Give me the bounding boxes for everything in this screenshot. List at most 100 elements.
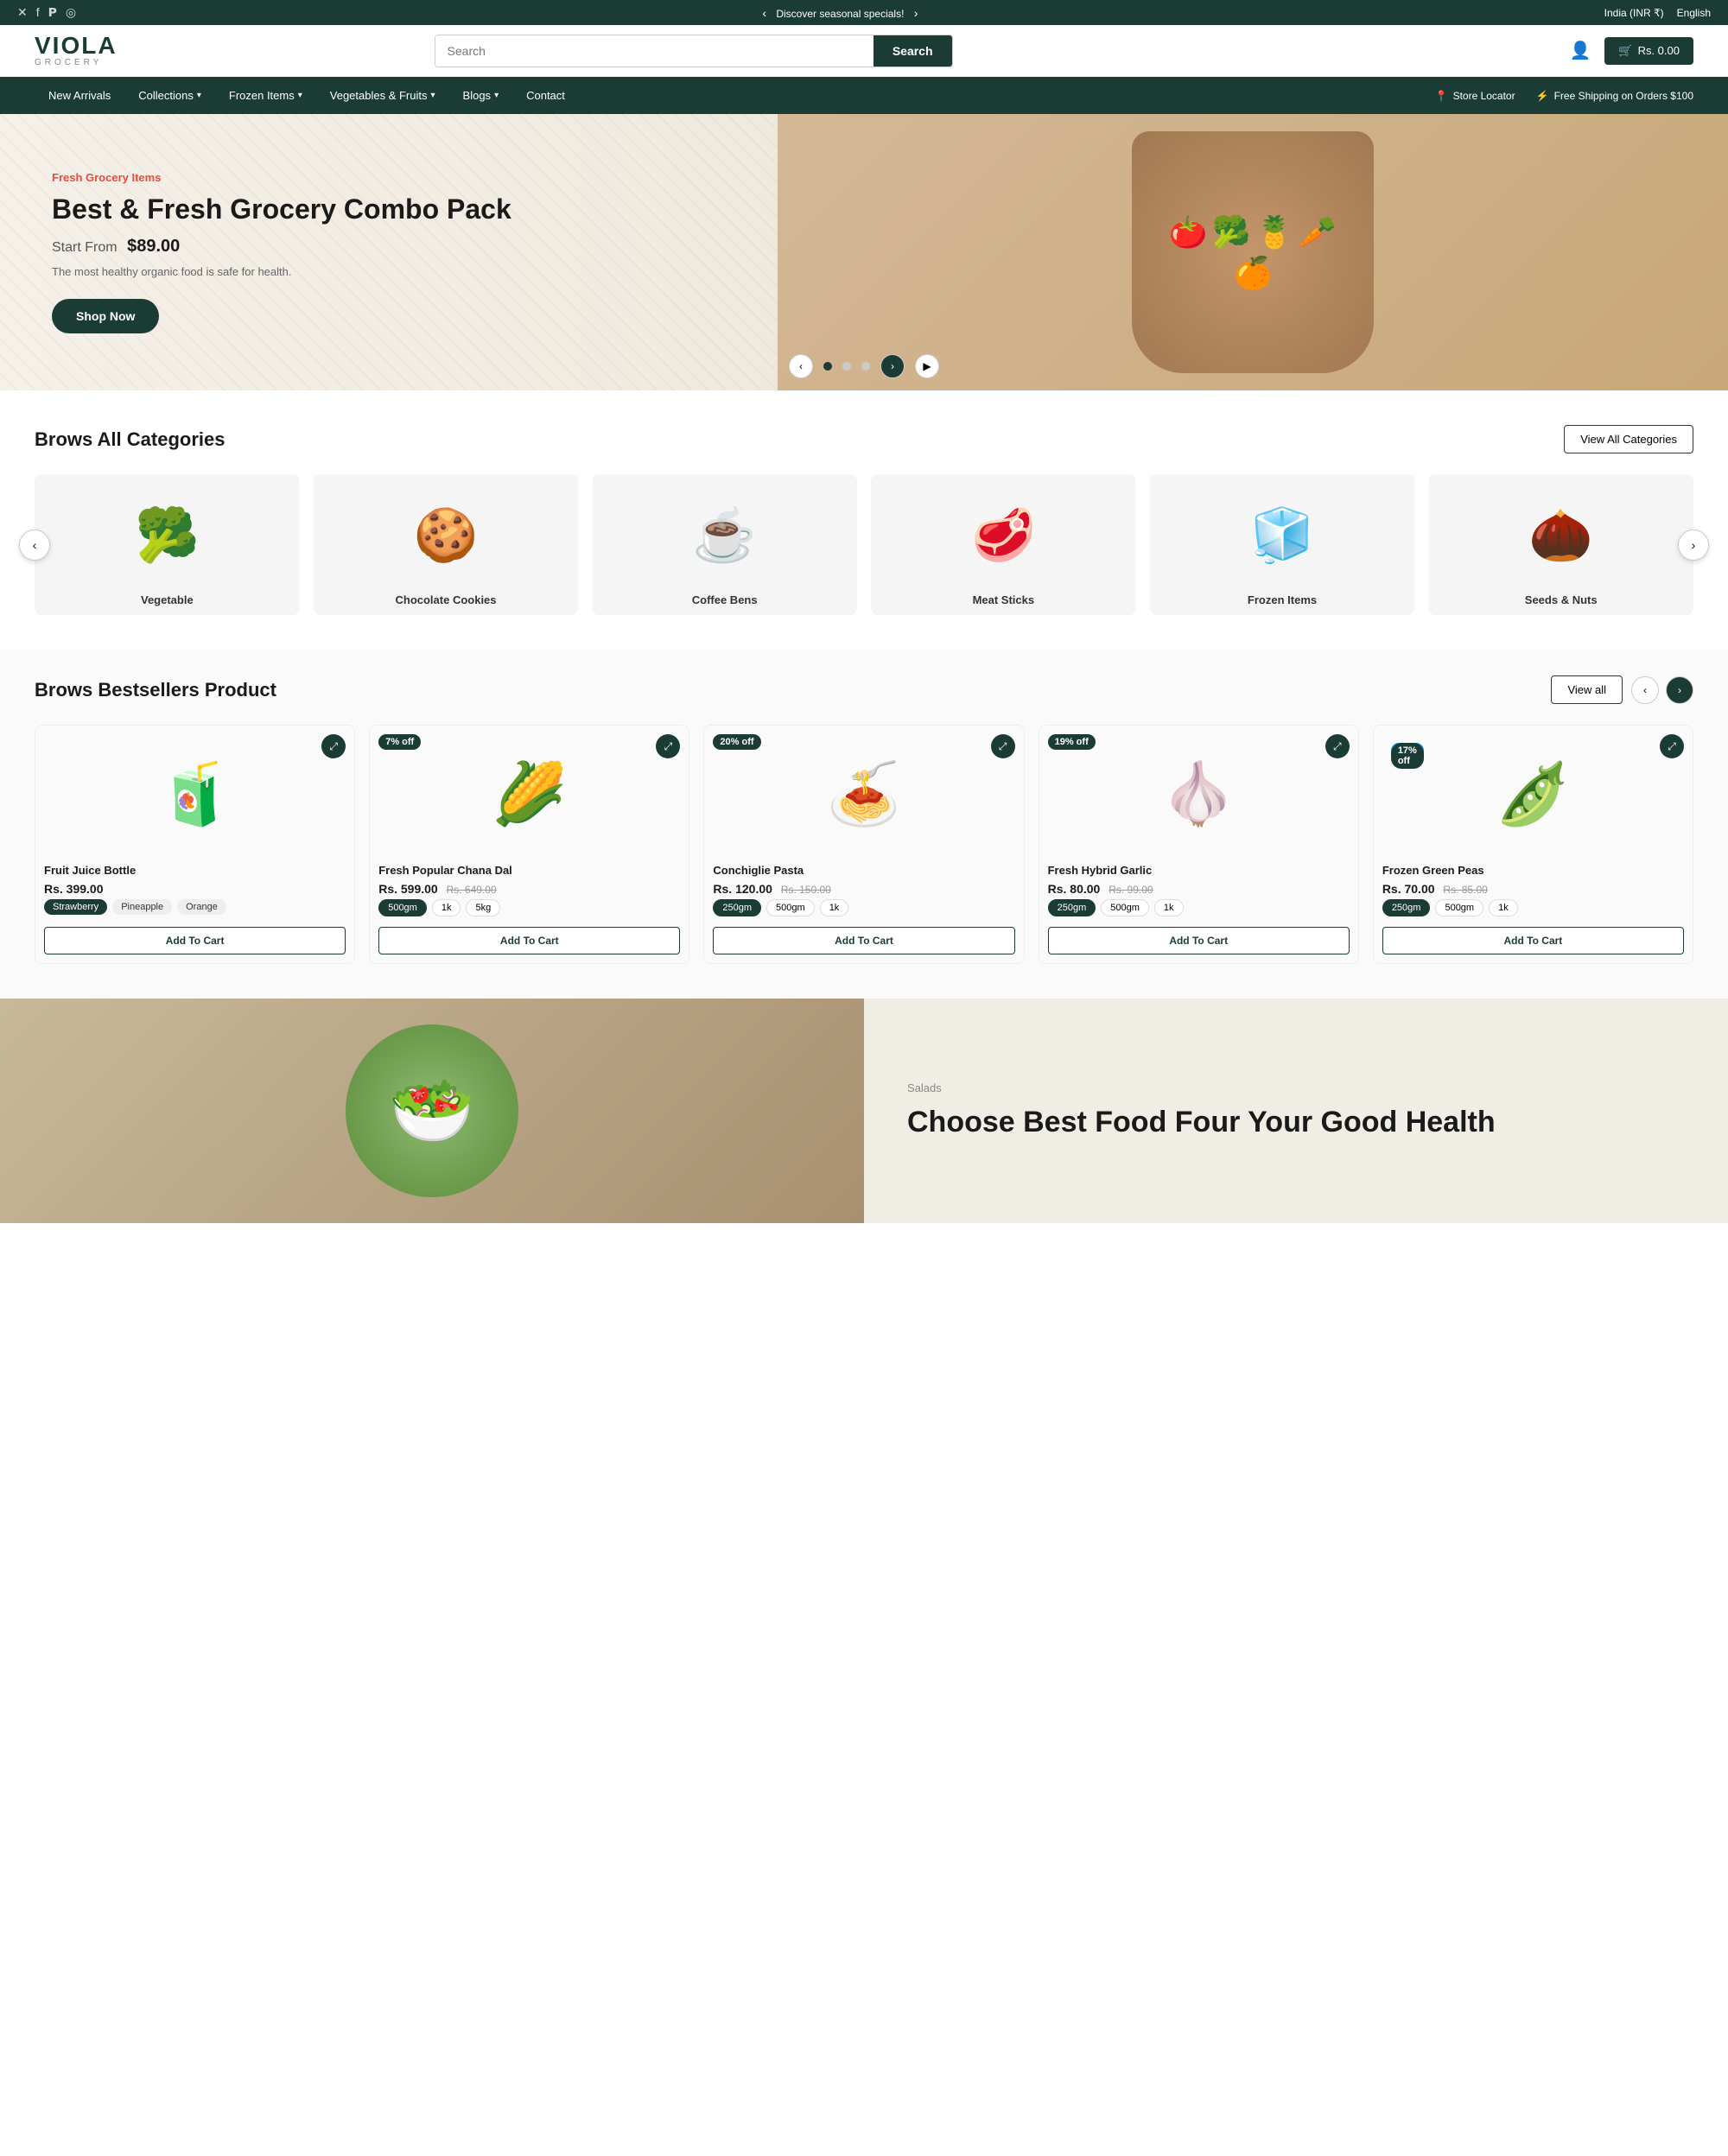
hero-next-button[interactable]: › bbox=[880, 354, 905, 378]
add-to-cart-peas[interactable]: Add To Cart bbox=[1382, 927, 1684, 954]
nav-frozen-items[interactable]: Frozen Items ▾ bbox=[215, 77, 316, 114]
bestsellers-section: Brows Bestsellers Product View all ‹ › ⤢… bbox=[0, 650, 1728, 999]
product-peas-name: Frozen Green Peas bbox=[1382, 864, 1684, 877]
region-language: India (INR ₹) English bbox=[1604, 7, 1711, 19]
product-pasta-variants: 250gm 500gm 1k bbox=[713, 899, 1014, 916]
region-selector[interactable]: India (INR ₹) bbox=[1604, 7, 1664, 19]
category-meat-sticks[interactable]: 🥩 Meat Sticks bbox=[871, 474, 1136, 615]
category-coffee-bens[interactable]: ☕ Coffee Bens bbox=[592, 474, 857, 615]
product-chana-dal: 7% off ⤢ 🌽 Fresh Popular Chana Dal Rs. 5… bbox=[369, 725, 689, 964]
variant-250gm[interactable]: 250gm bbox=[1382, 899, 1431, 916]
hero-dot-3[interactable] bbox=[861, 362, 870, 371]
category-chocolate-cookies[interactable]: 🍪 Chocolate Cookies bbox=[314, 474, 579, 615]
nav-blogs[interactable]: Blogs ▾ bbox=[449, 77, 513, 114]
header: VIOLA Grocery Search 👤 🛒 Rs. 0.00 bbox=[0, 25, 1728, 77]
product-expand-button[interactable]: ⤢ bbox=[1660, 734, 1684, 758]
hero-dot-1[interactable] bbox=[823, 362, 832, 371]
variant-250gm[interactable]: 250gm bbox=[1048, 899, 1096, 916]
categories-title: Brows All Categories bbox=[35, 428, 225, 451]
bottom-banner-tag: Salads bbox=[907, 1081, 1685, 1094]
hero-description: The most healthy organic food is safe fo… bbox=[52, 265, 511, 278]
add-to-cart-pasta[interactable]: Add To Cart bbox=[713, 927, 1014, 954]
pinterest-icon[interactable]: 𝗣 bbox=[48, 5, 57, 20]
product-badge-chana: 7% off bbox=[378, 734, 421, 750]
cart-button[interactable]: 🛒 Rs. 0.00 bbox=[1604, 37, 1693, 65]
hero-dot-2[interactable] bbox=[842, 362, 851, 371]
category-coffee-image: ☕ bbox=[600, 483, 848, 587]
products-nav-arrows: ‹ › bbox=[1631, 676, 1693, 704]
variant-orange[interactable]: Orange bbox=[177, 899, 226, 915]
category-seeds-name: Seeds & Nuts bbox=[1525, 593, 1598, 606]
social-icons: ✕ f 𝗣 ◎ bbox=[17, 5, 76, 20]
category-vegetable-name: Vegetable bbox=[141, 593, 194, 606]
product-chana-variants: 500gm 1k 5kg bbox=[378, 899, 680, 916]
logo[interactable]: VIOLA Grocery bbox=[35, 34, 118, 67]
store-locator[interactable]: 📍 Store Locator bbox=[1435, 90, 1515, 102]
nav-new-arrivals[interactable]: New Arrivals bbox=[35, 77, 124, 114]
add-to-cart-chana[interactable]: Add To Cart bbox=[378, 927, 680, 954]
logo-name: VIOLA bbox=[35, 34, 118, 58]
product-expand-button[interactable]: ⤢ bbox=[1325, 734, 1350, 758]
category-frozen-items[interactable]: 🧊 Frozen Items bbox=[1150, 474, 1415, 615]
announcement-bar: ✕ f 𝗣 ◎ ‹ Discover seasonal specials! › … bbox=[0, 0, 1728, 25]
search-button[interactable]: Search bbox=[874, 35, 952, 67]
search-input[interactable] bbox=[435, 35, 874, 67]
announcement-text: ‹ Discover seasonal specials! › bbox=[76, 6, 1604, 20]
nav-collections[interactable]: Collections ▾ bbox=[124, 77, 215, 114]
twitter-icon[interactable]: ✕ bbox=[17, 5, 28, 20]
hero-play-button[interactable]: ▶ bbox=[915, 354, 939, 378]
products-next-button[interactable]: › bbox=[1666, 676, 1693, 704]
shop-now-button[interactable]: Shop Now bbox=[52, 299, 159, 333]
product-juice-price: Rs. 399.00 bbox=[44, 882, 346, 896]
bottom-banner-content: Salads Choose Best Food Four Your Good H… bbox=[864, 999, 1728, 1223]
product-green-peas: New 17% off ⤢ 🫛 Frozen Green Peas Rs. 70… bbox=[1373, 725, 1693, 964]
bestsellers-title: Brows Bestsellers Product bbox=[35, 679, 276, 701]
variant-1k[interactable]: 1k bbox=[1154, 899, 1184, 916]
view-all-products-button[interactable]: View all bbox=[1551, 675, 1623, 704]
cart-amount: Rs. 0.00 bbox=[1638, 44, 1680, 57]
variant-500gm[interactable]: 500gm bbox=[1101, 899, 1149, 916]
free-shipping[interactable]: ⚡ Free Shipping on Orders $100 bbox=[1536, 90, 1693, 102]
products-prev-button[interactable]: ‹ bbox=[1631, 676, 1659, 704]
category-meat-name: Meat Sticks bbox=[973, 593, 1035, 606]
variant-1k[interactable]: 1k bbox=[1489, 899, 1518, 916]
category-seeds-nuts[interactable]: 🌰 Seeds & Nuts bbox=[1428, 474, 1693, 615]
variant-strawberry[interactable]: Strawberry bbox=[44, 899, 107, 915]
variant-1k[interactable]: 1k bbox=[820, 899, 849, 916]
prev-arrow[interactable]: ‹ bbox=[755, 6, 773, 20]
navbar: New Arrivals Collections ▾ Frozen Items … bbox=[0, 77, 1728, 114]
product-pasta-name: Conchiglie Pasta bbox=[713, 864, 1014, 877]
categories-carousel: ‹ 🥦 Vegetable 🍪 Chocolate Cookies ☕ Coff… bbox=[35, 474, 1693, 615]
language-selector[interactable]: English bbox=[1677, 7, 1711, 19]
add-to-cart-juice[interactable]: Add To Cart bbox=[44, 927, 346, 954]
lightning-icon: ⚡ bbox=[1536, 90, 1549, 102]
variant-500gm[interactable]: 500gm bbox=[766, 899, 815, 916]
next-arrow[interactable]: › bbox=[907, 6, 925, 20]
instagram-icon[interactable]: ◎ bbox=[66, 5, 76, 20]
product-expand-button[interactable]: ⤢ bbox=[321, 734, 346, 758]
variant-500gm[interactable]: 500gm bbox=[378, 899, 427, 916]
nav-vegetables[interactable]: Vegetables & Fruits ▾ bbox=[316, 77, 449, 114]
hero-price-value: $89.00 bbox=[127, 237, 180, 256]
product-chana-price: Rs. 599.00 Rs. 649.00 bbox=[378, 882, 680, 896]
product-pasta-price: Rs. 120.00 Rs. 150.00 bbox=[713, 882, 1014, 896]
category-coffee-name: Coffee Bens bbox=[692, 593, 758, 606]
categories-prev-button[interactable]: ‹ bbox=[19, 529, 50, 561]
variant-500gm[interactable]: 500gm bbox=[1435, 899, 1483, 916]
category-vegetable[interactable]: 🥦 Vegetable bbox=[35, 474, 300, 615]
variant-1k[interactable]: 1k bbox=[432, 899, 461, 916]
add-to-cart-garlic[interactable]: Add To Cart bbox=[1048, 927, 1350, 954]
hero-prev-button[interactable]: ‹ bbox=[789, 354, 813, 378]
category-frozen-name: Frozen Items bbox=[1248, 593, 1317, 606]
variant-5kg[interactable]: 5kg bbox=[466, 899, 500, 916]
variant-pineapple[interactable]: Pineapple bbox=[112, 899, 172, 915]
variant-250gm[interactable]: 250gm bbox=[713, 899, 761, 916]
nav-contact[interactable]: Contact bbox=[512, 77, 579, 114]
facebook-icon[interactable]: f bbox=[36, 5, 40, 20]
account-icon[interactable]: 👤 bbox=[1569, 40, 1591, 61]
product-chana-image: 🌽 bbox=[378, 734, 680, 855]
categories-next-button[interactable]: › bbox=[1678, 529, 1709, 561]
view-all-categories-button[interactable]: View All Categories bbox=[1564, 425, 1693, 453]
product-expand-button[interactable]: ⤢ bbox=[991, 734, 1015, 758]
hero-price: Start From $89.00 bbox=[52, 237, 511, 257]
